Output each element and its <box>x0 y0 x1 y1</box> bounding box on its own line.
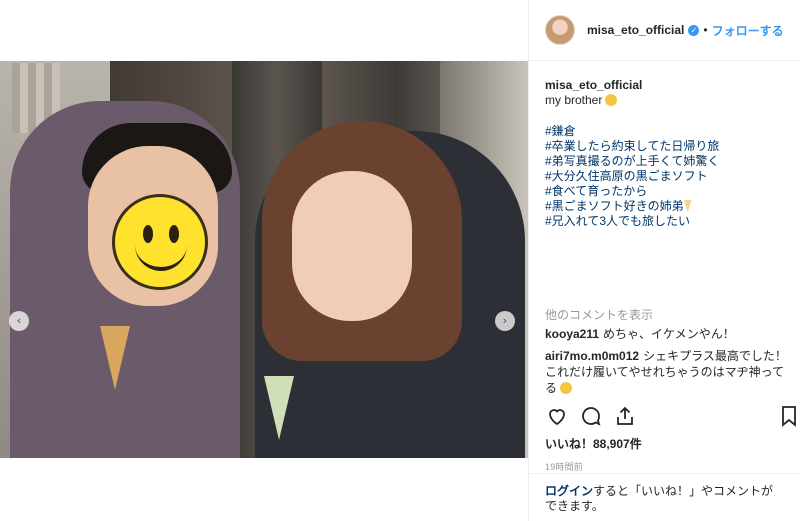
header-username[interactable]: misa_eto_official <box>587 23 684 37</box>
smiley-eye-left <box>143 225 153 243</box>
post-header: misa_eto_official ✓ • フォローする <box>529 0 800 61</box>
comment-username[interactable]: airi7mo.m0m012 <box>545 349 639 363</box>
comment-item: kooya211 めちゃ、イケメンやん！ <box>545 326 790 342</box>
hashtag-row: #黒ごまソフト好きの姉弟 <box>545 199 790 214</box>
smiley-mouth <box>135 243 187 271</box>
like-count[interactable]: いいね！88,907件 <box>545 435 642 452</box>
instagram-post: ‹ › misa_eto_official ✓ • フォローする misa_et… <box>0 0 800 521</box>
caption: misa_eto_official my brother #鎌倉 #卒業したら約… <box>545 78 790 229</box>
verified-badge-icon: ✓ <box>688 24 700 36</box>
post-photo[interactable]: ‹ › <box>0 61 528 458</box>
share-icon[interactable] <box>613 404 637 428</box>
person-right-face <box>292 171 412 321</box>
caption-text: my brother <box>545 93 603 107</box>
hashtag-link[interactable]: #弟写真撮るのが上手くて姉驚く <box>545 154 790 169</box>
divider <box>529 473 800 474</box>
avatar[interactable] <box>545 15 575 45</box>
hashtag-link[interactable]: #鎌倉 <box>545 124 790 139</box>
follow-button[interactable]: フォローする <box>712 22 784 39</box>
smiley-face-sticker <box>112 194 208 290</box>
next-photo-button[interactable]: › <box>495 311 515 331</box>
post-timestamp: 19時間前 <box>545 462 584 472</box>
ice-cream-emoji-icon <box>683 200 692 212</box>
hashtag-link[interactable]: #大分久住高原の黒ごまソフト <box>545 169 790 184</box>
login-prompt: ログインすると「いいね！」やコメントができます。 <box>545 484 785 514</box>
comment-username[interactable]: kooya211 <box>545 327 599 341</box>
hashtag-link[interactable]: #卒業したら約束してた日帰り旅 <box>545 139 790 154</box>
smiley-eye-right <box>169 225 179 243</box>
comment-item: airi7mo.m0m012 シェキプラス最高でした！これだけ履いてやせれちゃうの… <box>545 348 790 396</box>
login-link[interactable]: ログイン <box>545 484 593 498</box>
separator-dot: • <box>703 23 708 37</box>
heart-icon[interactable] <box>545 404 569 428</box>
caption-text-line: my brother <box>545 93 790 108</box>
grin-emoji-icon <box>560 382 573 394</box>
post-side-panel: misa_eto_official ✓ • フォローする misa_eto_of… <box>528 0 800 521</box>
view-more-comments-link[interactable]: 他のコメントを表示 <box>545 306 653 323</box>
hashtag-link[interactable]: #兄入れて3人でも旅したい <box>545 214 790 229</box>
caption-username[interactable]: misa_eto_official <box>545 78 790 93</box>
hashtag-list: #鎌倉 #卒業したら約束してた日帰り旅 #弟写真撮るのが上手くて姉驚く #大分久… <box>545 124 790 229</box>
comment-icon[interactable] <box>579 404 603 428</box>
prev-photo-button[interactable]: ‹ <box>9 311 29 331</box>
hashtag-link[interactable]: #食べて育ったから <box>545 184 790 199</box>
baby-face-emoji-icon <box>605 94 618 106</box>
comment-text: めちゃ、イケメンやん！ <box>603 327 735 341</box>
hashtag-link[interactable]: #黒ごまソフト好きの姉弟 <box>545 199 684 213</box>
bookmark-icon[interactable] <box>777 404 800 428</box>
post-actions <box>545 402 796 430</box>
